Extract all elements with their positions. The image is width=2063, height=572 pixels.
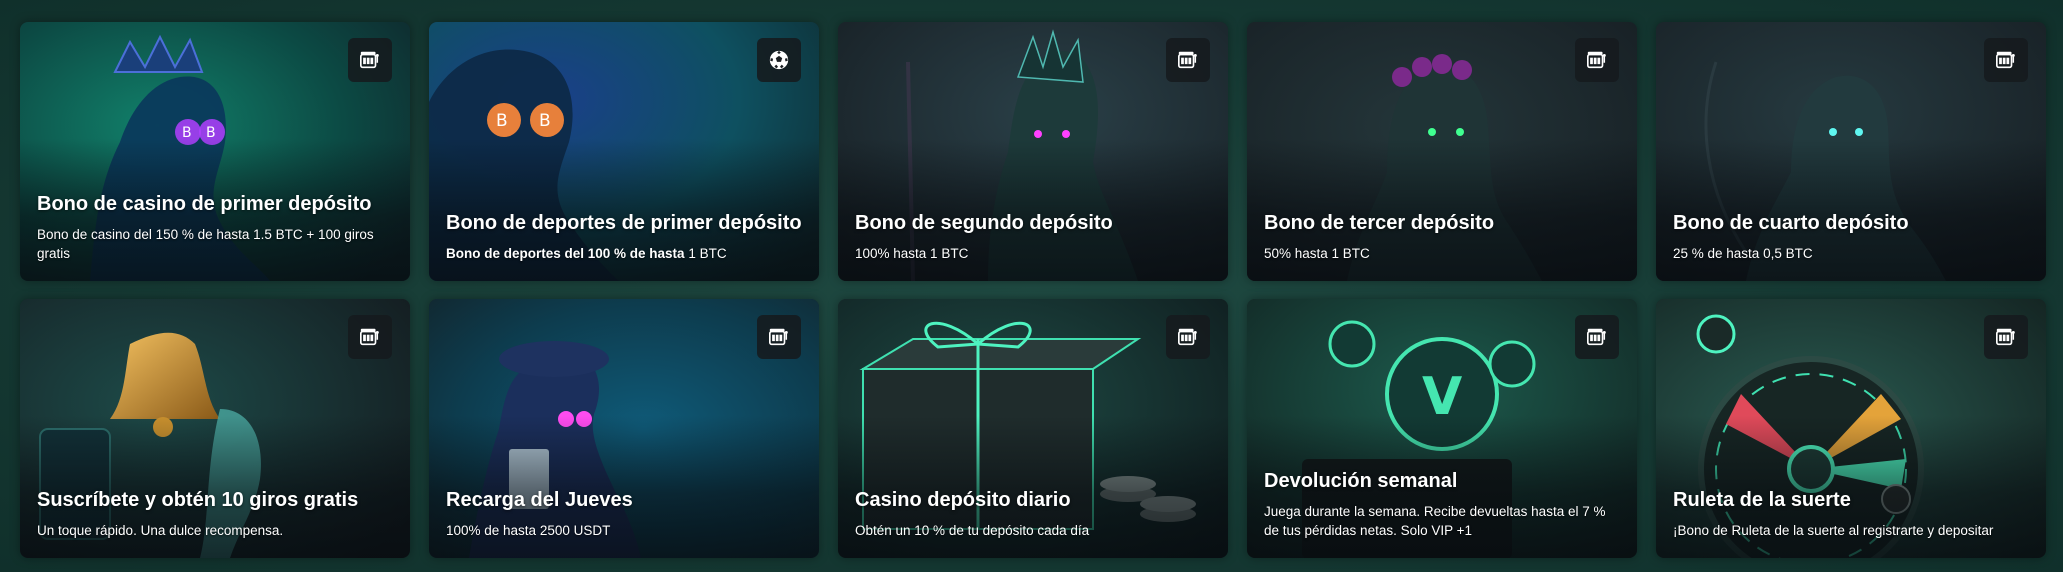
promo-text: Devolución semanal Juega durante la sema… [1264,469,1620,540]
promo-title: Suscríbete y obtén 10 giros gratis [37,489,359,511]
promo-description: Obtén un 10 % de tu depósito cada día [855,523,1090,538]
soccer-ball-icon [768,49,790,71]
promo-text: Bono de tercer depósito 50% hasta 1 BTC [1264,211,1620,263]
slot-machine-icon [1177,49,1199,71]
promo-title: Devolución semanal [1264,470,1458,492]
category-badge[interactable] [1575,38,1619,82]
promo-description: 100% de hasta 2500 USDT [446,523,611,538]
promo-title: Bono de segundo depósito [855,212,1113,234]
promo-title: Ruleta de la suerte [1673,489,1851,511]
promo-title: Bono de deportes de primer depósito [446,212,802,234]
promo-card-third-deposit[interactable]: Bono de tercer depósito 50% hasta 1 BTC [1247,22,1637,281]
promo-description-rest: 1 BTC [684,246,727,261]
slot-machine-icon [1995,326,2017,348]
slot-machine-icon [1995,49,2017,71]
promo-card-second-deposit[interactable]: Bono de segundo depósito 100% hasta 1 BT… [838,22,1228,281]
category-badge[interactable] [1984,38,2028,82]
promotions-grid: B B Bono de casino de primer depósito Bo… [20,22,2046,558]
slot-machine-icon [1586,49,1608,71]
promo-card-daily-casino-deposit[interactable]: Casino depósito diario Obtén un 10 % de … [838,299,1228,558]
promo-description: 50% hasta 1 BTC [1264,246,1370,261]
promo-description-bold: Bono de deportes del 100 % de hasta [446,246,685,261]
category-badge[interactable] [348,38,392,82]
promo-description: Juega durante la semana. Recibe devuelta… [1264,504,1606,538]
promo-title: Casino depósito diario [855,489,1071,511]
slot-machine-icon [1586,326,1608,348]
category-badge[interactable] [1575,315,1619,359]
promo-card-sports-first-deposit[interactable]: B B Bono de deportes de primer depósito … [429,22,819,281]
slot-machine-icon [768,326,790,348]
promo-title: Bono de cuarto depósito [1673,212,1909,234]
promo-title: Bono de tercer depósito [1264,212,1495,234]
category-badge[interactable] [1166,38,1210,82]
slot-machine-icon [359,326,381,348]
category-badge[interactable] [1984,315,2028,359]
promo-description: Bono de deportes del 100 % de hasta 1 BT… [446,244,802,263]
category-badge[interactable] [1166,315,1210,359]
promo-text: Ruleta de la suerte ¡Bono de Ruleta de l… [1673,488,2029,540]
slot-machine-icon [1177,326,1199,348]
promo-card-casino-first-deposit[interactable]: B B Bono de casino de primer depósito Bo… [20,22,410,281]
category-badge[interactable] [348,315,392,359]
promo-card-thursday-reload[interactable]: Recarga del Jueves 100% de hasta 2500 US… [429,299,819,558]
promo-card-fourth-deposit[interactable]: Bono de cuarto depósito 25 % de hasta 0,… [1656,22,2046,281]
promo-text: Bono de deportes de primer depósito Bono… [446,211,802,263]
promo-text: Bono de cuarto depósito 25 % de hasta 0,… [1673,211,2029,263]
promo-title: Bono de casino de primer depósito [37,193,372,215]
promo-text: Bono de segundo depósito 100% hasta 1 BT… [855,211,1211,263]
promo-description: 100% hasta 1 BTC [855,246,969,261]
promo-card-weekly-cashback[interactable]: V Devolución semanal Juega durante la se… [1247,299,1637,558]
promo-title: Recarga del Jueves [446,489,633,511]
promo-description: 25 % de hasta 0,5 BTC [1673,246,1813,261]
slot-machine-icon [359,49,381,71]
promo-description: Bono de casino del 150 % de hasta 1.5 BT… [37,227,374,261]
promo-text: Suscríbete y obtén 10 giros gratis Un to… [37,488,393,540]
category-badge[interactable] [757,38,801,82]
promo-description: Un toque rápido. Una dulce recompensa. [37,523,284,538]
promo-card-subscribe-free-spins[interactable]: Suscríbete y obtén 10 giros gratis Un to… [20,299,410,558]
promo-description: ¡Bono de Ruleta de la suerte al registra… [1673,523,1994,538]
promo-text: Casino depósito diario Obtén un 10 % de … [855,488,1211,540]
promo-text: Bono de casino de primer depósito Bono d… [37,192,393,263]
category-badge[interactable] [757,315,801,359]
promo-text: Recarga del Jueves 100% de hasta 2500 US… [446,488,802,540]
promo-card-lucky-wheel[interactable]: Ruleta de la suerte ¡Bono de Ruleta de l… [1656,299,2046,558]
